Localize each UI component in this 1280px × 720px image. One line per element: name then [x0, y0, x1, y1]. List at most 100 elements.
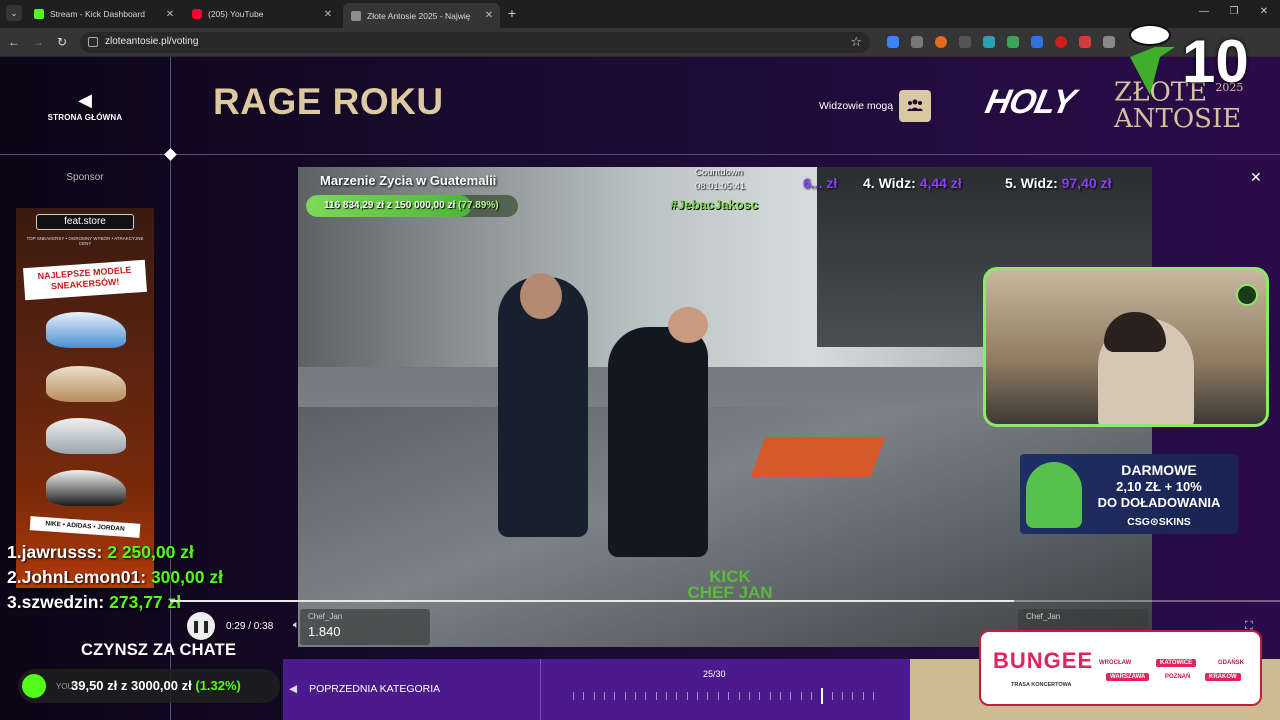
leaderboard-row: 2.JohnLemon01: 300,00 zł [7, 567, 223, 592]
rent-goal-bar: YOU 39,50 zł z 3000,00 zł (1.32%) [18, 669, 280, 703]
category-tick [779, 692, 781, 700]
extension-icon[interactable] [983, 36, 995, 48]
chef-name: Chef_Jan [308, 612, 343, 621]
close-video-icon[interactable]: ✕ [1250, 169, 1262, 186]
tab-kick-dashboard[interactable]: Stream - Kick Dashboard ✕ [26, 3, 181, 25]
sneaker-image [46, 312, 126, 348]
viewers-users-button[interactable] [899, 90, 931, 122]
category-tick [614, 692, 616, 700]
chef-value: 1.840 [308, 624, 341, 639]
tour-city: KATOWICE [1156, 659, 1197, 667]
lb-rank: 3. [7, 592, 22, 612]
rent-target: 3000,00 zł [131, 678, 192, 693]
rent-goal-title: CZYNSZ ZA CHATE [81, 641, 237, 659]
tab-youtube[interactable]: (205) YouTube ✕ [184, 3, 339, 25]
screen: ⌄ Stream - Kick Dashboard ✕ (205) YouTub… [0, 0, 1280, 720]
rent-goal-text: 39,50 zł z 3000,00 zł (1.32%) [71, 678, 241, 693]
extension-icon[interactable] [1031, 36, 1043, 48]
donation-label: 4. Widz: [863, 175, 916, 191]
extensions-puzzle-icon[interactable] [1103, 36, 1115, 48]
lb-name: jawrusss: [21, 542, 103, 562]
extension-icon[interactable] [1055, 36, 1067, 48]
viewers-label: Widzowie mogą [819, 100, 894, 112]
category-tick [573, 692, 574, 700]
category-tick [748, 692, 750, 700]
csg-line: 2,10 ZŁ + 10% [1116, 479, 1202, 494]
category-tick [790, 692, 792, 700]
category-tick [769, 692, 771, 700]
tab-zlote-antosie[interactable]: Złote Antosie 2025 - Najwię ✕ [343, 3, 500, 28]
tab-close-icon[interactable]: ✕ [482, 10, 496, 21]
voting-page: ◀ STRONA GŁÓWNA RAGE ROKU Widzowie mogą … [0, 24, 1280, 720]
leaderboard-row: 3.szwedzin: 273,77 zł [7, 592, 223, 617]
category-tick [841, 692, 843, 700]
category-divider [540, 659, 541, 720]
category-tick [697, 692, 699, 700]
site-info-icon[interactable] [88, 37, 98, 47]
tab-close-icon[interactable]: ✕ [321, 9, 335, 20]
category-tick [645, 692, 647, 700]
url-text: zloteantosie.pl/voting [105, 36, 199, 47]
extension-icon[interactable] [911, 36, 923, 48]
extension-icon[interactable] [1007, 36, 1019, 48]
video-time: 0:29 / 0:38 [226, 621, 274, 632]
category-tick [686, 692, 688, 700]
donation-label: 5. Widz: [1005, 175, 1058, 191]
reload-icon[interactable]: ↻ [54, 34, 70, 50]
tab-close-icon[interactable]: ✕ [163, 9, 177, 20]
bungee-tour-ad[interactable]: BUNGEE TRASA KONCERTOWA WROCŁAW KATOWICE… [979, 630, 1262, 706]
ad-headline: NAJLEPSZE MODELE SNEAKERSÓW! [23, 259, 147, 301]
tab-search-icon[interactable]: ⌄ [6, 5, 22, 21]
category-tick [728, 692, 730, 700]
donation-entry: 4. Widz: 4,44 zł [863, 175, 962, 191]
site-favicon-icon [351, 10, 361, 21]
youtube-favicon-icon [192, 9, 202, 19]
sneaker-image [46, 470, 126, 506]
kick-goal-icon [22, 674, 46, 698]
lb-name: JohnLemon01: [21, 567, 147, 587]
lb-name: szwedzin: [21, 592, 105, 612]
donation-leaderboard: 1.jawrusss: 2 250,00 zł 2.JohnLemon01: 3… [7, 542, 223, 617]
extension-icon[interactable] [959, 36, 971, 48]
webcam-person [1104, 312, 1166, 352]
category-tick [738, 692, 740, 700]
extension-icon[interactable] [887, 36, 899, 48]
home-link[interactable]: ◀ STRONA GŁÓWNA [40, 91, 130, 122]
sponsor-ad-banner[interactable]: feat.store TOP SNEAKERSY • OGROMNY WYBÓR… [16, 208, 154, 588]
webcam-overlay [983, 267, 1269, 427]
address-bar[interactable]: zloteantosie.pl/voting ☆ [80, 32, 870, 53]
frog-badge-icon [1236, 284, 1258, 306]
extension-icon[interactable] [1079, 36, 1091, 48]
category-tick [707, 692, 709, 700]
csgskins-ad[interactable]: DARMOWE 2,10 ZŁ + 10% DO DOŁADOWANIA CSG… [1020, 454, 1238, 534]
video-scene [668, 307, 708, 343]
divider-star-icon [164, 148, 177, 161]
tour-city: GDAŃSK [1218, 660, 1245, 666]
video-seek-bar[interactable] [170, 600, 1280, 602]
tour-city: WROCŁAW [1099, 660, 1132, 666]
extension-icon[interactable] [935, 36, 947, 48]
tab-title: Stream - Kick Dashboard [50, 9, 145, 19]
volume-icon[interactable]: 🔈︎ [293, 619, 300, 632]
close-window-icon[interactable]: ✕ [1257, 6, 1271, 17]
overlay-number: 10 [1182, 28, 1249, 95]
video-scene [608, 327, 708, 557]
back-arrow-icon[interactable]: ← [6, 34, 22, 50]
countdown-value: 08:01:05:41 [695, 181, 746, 192]
category-progress-ticks [573, 688, 883, 704]
bungee-title: BUNGEE [993, 648, 1094, 673]
category-tick [624, 692, 626, 700]
minimize-icon[interactable]: — [1197, 6, 1211, 17]
pause-button[interactable]: ❚❚ [187, 612, 215, 640]
lb-amount: 300,00 zł [150, 567, 223, 587]
maximize-icon[interactable]: ❐ [1227, 6, 1241, 17]
goal-raised: 116 834,29 zł [324, 200, 385, 211]
forward-arrow-icon[interactable]: → [30, 34, 46, 50]
sponsor-label: Sponsor [66, 172, 104, 183]
bookmark-star-icon[interactable]: ☆ [850, 34, 862, 50]
new-tab-icon[interactable]: + [505, 5, 519, 21]
previous-category-button[interactable]: ◀ POPRZEDNIA KATEGORIA [289, 683, 440, 695]
back-arrow-icon: ◀ [78, 90, 92, 110]
category-tick [800, 692, 802, 700]
chevron-left-icon: ◀ [289, 683, 298, 695]
